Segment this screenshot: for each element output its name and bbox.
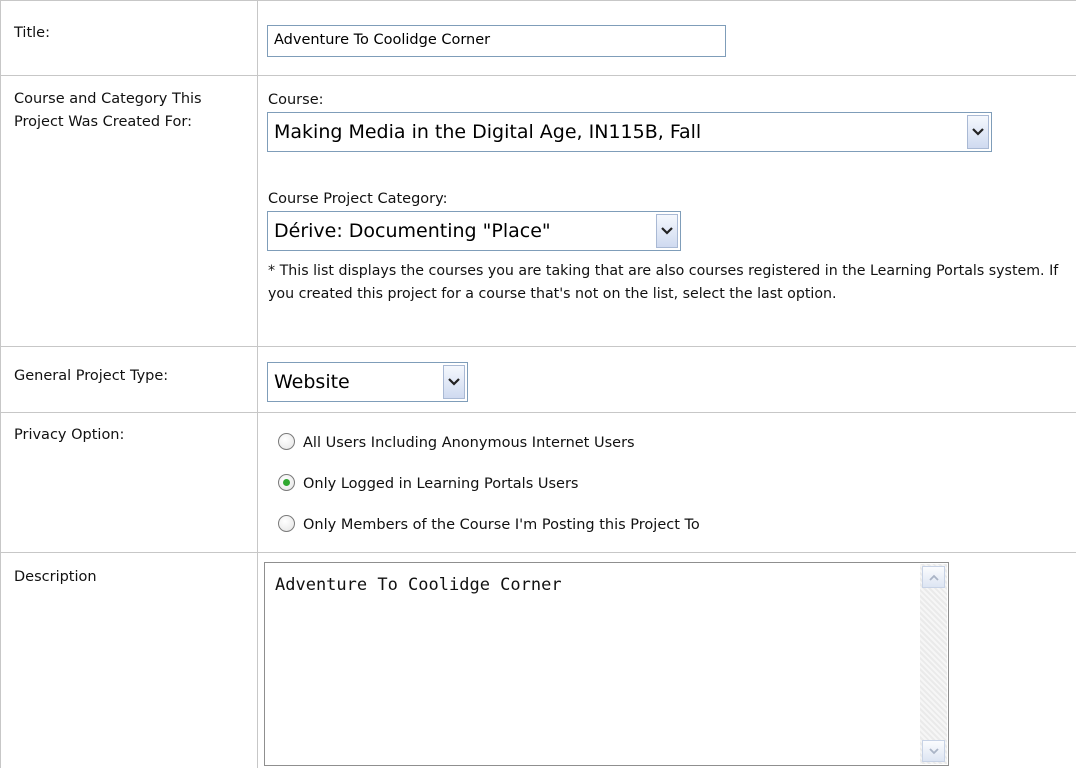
description-label: Description bbox=[14, 569, 97, 585]
privacy-option-label: Only Logged in Learning Portals Users bbox=[303, 476, 579, 492]
privacy-option-label: All Users Including Anonymous Internet U… bbox=[303, 435, 635, 451]
scroll-up-arrow-icon[interactable] bbox=[922, 566, 945, 588]
column-divider bbox=[257, 0, 258, 768]
row-divider bbox=[0, 412, 1076, 413]
course-list-note: * This list displays the courses you are… bbox=[268, 263, 1059, 302]
category-label: Course Project Category: bbox=[268, 191, 448, 207]
privacy-radio-logged-in[interactable] bbox=[278, 474, 295, 491]
description-scrollbar[interactable] bbox=[920, 564, 947, 764]
project-type-select[interactable]: Website bbox=[267, 362, 468, 402]
course-label: Course: bbox=[268, 92, 324, 108]
chevron-down-icon[interactable] bbox=[443, 365, 465, 399]
row-divider bbox=[0, 75, 1076, 76]
title-label: Title: bbox=[14, 25, 50, 41]
row-divider bbox=[0, 0, 1076, 1]
course-select-value: Making Media in the Digital Age, IN115B,… bbox=[274, 121, 702, 143]
description-textarea[interactable]: Adventure To Coolidge Corner bbox=[264, 562, 949, 766]
description-text: Adventure To Coolidge Corner bbox=[275, 575, 562, 595]
project-type-label: General Project Type: bbox=[14, 368, 169, 384]
title-input[interactable]: Adventure To Coolidge Corner bbox=[267, 25, 726, 57]
scroll-down-arrow-icon[interactable] bbox=[922, 740, 945, 762]
row-divider bbox=[0, 552, 1076, 553]
category-select[interactable]: Dérive: Documenting "Place" bbox=[267, 211, 681, 251]
column-divider bbox=[0, 0, 1, 768]
privacy-radio-members[interactable] bbox=[278, 515, 295, 532]
row-divider bbox=[0, 346, 1076, 347]
project-type-select-value: Website bbox=[274, 371, 350, 393]
course-category-label: Course and Category This Project Was Cre… bbox=[14, 91, 202, 130]
privacy-option-label: Only Members of the Course I'm Posting t… bbox=[303, 517, 700, 533]
category-select-value: Dérive: Documenting "Place" bbox=[274, 220, 551, 242]
chevron-down-icon[interactable] bbox=[656, 214, 678, 248]
privacy-label: Privacy Option: bbox=[14, 427, 125, 443]
project-form: Title: Adventure To Coolidge Corner Cour… bbox=[0, 0, 1076, 768]
privacy-radio-anonymous[interactable] bbox=[278, 433, 295, 450]
chevron-down-icon[interactable] bbox=[967, 115, 989, 149]
course-select[interactable]: Making Media in the Digital Age, IN115B,… bbox=[267, 112, 992, 152]
